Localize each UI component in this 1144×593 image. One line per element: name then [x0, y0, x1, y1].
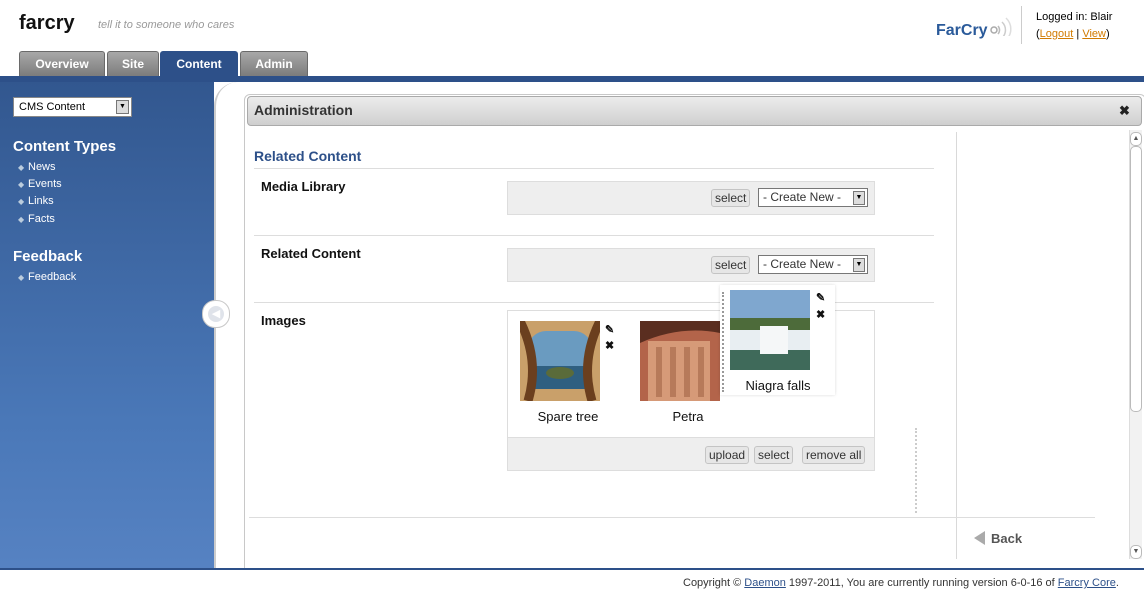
divider [249, 517, 1095, 518]
sidebar-item-facts[interactable]: ◆ Facts [18, 213, 55, 225]
remove-all-button[interactable]: remove all [802, 446, 866, 464]
right-panel-divider [956, 132, 957, 559]
logout-link[interactable]: Logout [1040, 28, 1074, 40]
remove-icon[interactable]: ✖ [605, 339, 614, 352]
bullet-icon: ◆ [18, 163, 25, 172]
upload-button[interactable]: upload [705, 446, 750, 464]
sidebar-item-label: Feedback [28, 271, 77, 283]
related-content-field: select - Create New - ▼ [507, 248, 875, 282]
tab-overview[interactable]: Overview [19, 51, 105, 76]
view-link[interactable]: View [1082, 28, 1106, 40]
sidebar-item-label: Events [28, 178, 62, 190]
related-select-button[interactable]: select [711, 256, 751, 274]
media-library-field: select - Create New - ▼ [507, 181, 875, 215]
divider [254, 235, 934, 236]
daemon-link[interactable]: Daemon [744, 577, 786, 589]
images-select-button[interactable]: select [754, 446, 794, 464]
section-title: Related Content [254, 148, 362, 164]
back-arrow-icon [974, 531, 985, 545]
chevron-down-icon: ▼ [116, 100, 129, 114]
images-label: Images [261, 313, 306, 328]
sidebar-section-select[interactable]: CMS Content ▼ [13, 97, 132, 117]
create-new-value: - Create New - [763, 190, 842, 204]
footer-copyright: Copyright © Daemon 1997-2011, You are cu… [683, 577, 1119, 589]
scrollbar-thumb[interactable] [1130, 146, 1142, 412]
tab-content[interactable]: Content [160, 51, 238, 77]
panel-title: Administration [254, 102, 353, 118]
related-content-label: Related Content [261, 246, 361, 261]
drag-handle[interactable] [722, 292, 728, 392]
chevron-down-icon: ▼ [853, 258, 865, 272]
sidebar-item-links[interactable]: ◆ Links [18, 195, 54, 207]
edit-icon[interactable]: ✎ [816, 291, 825, 304]
back-button[interactable]: Back [974, 531, 1022, 546]
bullet-icon: ◆ [18, 215, 25, 224]
edit-icon[interactable]: ✎ [605, 323, 614, 336]
image-caption: Spare tree [537, 409, 599, 424]
sidebar-item-label: Links [28, 195, 54, 207]
media-library-label: Media Library [261, 179, 346, 194]
image-caption: Petra [672, 409, 704, 424]
dragging-image-item[interactable]: ✎ ✖ Niagra falls [720, 285, 835, 395]
drop-placeholder [915, 428, 919, 513]
create-new-value: - Create New - [763, 257, 842, 271]
media-select-button[interactable]: select [711, 189, 751, 207]
spare-tree-thumbnail[interactable] [520, 321, 600, 401]
tab-site[interactable]: Site [107, 51, 159, 76]
petra-thumbnail[interactable] [640, 321, 720, 401]
media-create-new-select[interactable]: - Create New - ▼ [758, 188, 868, 207]
sidebar-select-value: CMS Content [19, 101, 86, 113]
logo-text: FarCry [936, 22, 988, 39]
collapse-sidebar-button[interactable]: ◀ [202, 300, 230, 328]
logged-in-label: Logged in: Blair [1036, 11, 1113, 23]
niagra-falls-thumbnail[interactable] [730, 290, 810, 370]
admin-titlebar [247, 96, 1142, 126]
sidebar-item-label: Facts [28, 213, 55, 225]
sidebar-item-feedback[interactable]: ◆ Feedback [18, 271, 76, 283]
feedback-heading: Feedback [13, 248, 83, 265]
close-icon[interactable]: ✖ [1119, 103, 1130, 119]
footer-text: . [1115, 577, 1119, 589]
content-types-heading: Content Types [13, 138, 117, 155]
bullet-icon: ◆ [18, 180, 25, 189]
back-label: Back [991, 531, 1023, 546]
site-tagline: tell it to someone who cares [98, 19, 235, 31]
image-caption: Niagra falls [745, 378, 811, 393]
wifi-logo-icon [990, 17, 1012, 36]
footer-divider [0, 568, 1144, 570]
related-create-new-select[interactable]: - Create New - ▼ [758, 255, 868, 274]
site-brand: farcry [19, 12, 75, 34]
header-divider [1021, 6, 1022, 44]
tab-admin[interactable]: Admin [240, 51, 308, 76]
scroll-up-icon[interactable]: ▲ [1130, 132, 1142, 146]
bullet-icon: ◆ [18, 273, 25, 282]
farcry-core-link[interactable]: Farcry Core [1058, 577, 1116, 589]
remove-icon[interactable]: ✖ [816, 308, 825, 321]
footer-text: Copyright © [683, 577, 745, 589]
scroll-down-icon[interactable]: ▼ [1130, 545, 1142, 559]
farcry-logo: FarCry [934, 8, 1018, 44]
login-info: Logged in: Blair (Logout | View) [1036, 11, 1113, 40]
sidebar-item-events[interactable]: ◆ Events [18, 178, 62, 190]
images-actions: upload select remove all [507, 437, 875, 471]
chevron-down-icon: ▼ [853, 191, 865, 205]
bullet-icon: ◆ [18, 197, 25, 206]
sidebar-item-news[interactable]: ◆ News [18, 161, 56, 173]
sidebar-item-label: News [28, 161, 56, 173]
divider [254, 168, 934, 169]
arrow-left-icon: ◀ [208, 306, 224, 322]
footer-text: 1997-2011, You are currently running ver… [785, 577, 1058, 589]
